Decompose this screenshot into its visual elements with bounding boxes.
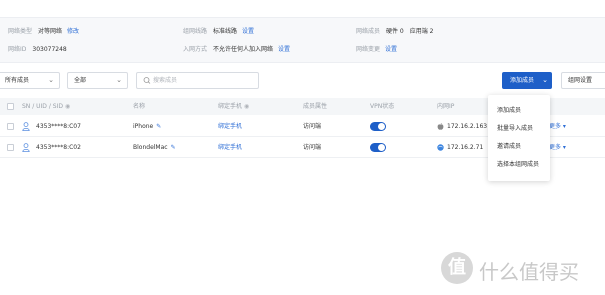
row-name: BlondelMac ✎ [133,144,176,151]
header-phone: 绑定手机 ◉ [218,103,250,110]
menu-item-select-existing[interactable]: 选择本组网成员 [497,159,539,168]
join-row: 入网方式 不允许任何人加入网络 设置 [183,44,290,53]
row-name: iPhone ✎ [133,123,162,130]
row-phone-link[interactable]: 绑定手机 [218,116,242,137]
change-row: 网络变更 设置 [356,44,397,53]
status-row: 网络成员 硬件 0 应用端 2 [356,26,433,35]
header-id: SN / UID / SID ◉ [22,103,71,110]
row-attr: 访问端 [303,144,322,151]
add-member-menu: 添加成员 批量导入成员 邀请成员 选择本组网成员 [488,95,550,181]
chevron-down-icon: ⌄ [116,76,122,84]
net-id-label: 网络ID [8,46,27,53]
net-type-label: 网络类型 [8,28,33,35]
vpn-toggle[interactable] [370,122,386,131]
net-id-value: 303077248 [32,46,67,53]
eye-icon[interactable]: ◉ [244,103,249,110]
user-icon [22,122,30,131]
join-label: 入网方式 [183,46,208,53]
network-settings-label: 组网设置 [568,77,593,84]
chevron-down-icon: ⌄ [48,76,54,84]
row-attr: 访问端 [303,123,322,130]
edit-icon[interactable]: ✎ [156,123,161,130]
change-label: 网络变更 [356,46,381,53]
search-icon [143,73,151,94]
header-name: 名称 [133,103,146,110]
more-link[interactable]: 更多 ▾ [549,116,566,137]
menu-item-batch-import[interactable]: 批量导入成员 [497,123,533,132]
chevron-down-icon: ⌄ [542,76,548,84]
join-settings-link[interactable]: 设置 [278,46,290,53]
select-all-checkbox[interactable] [7,103,14,110]
status-online: 硬件 0 [386,28,404,35]
search-box[interactable] [136,72,259,89]
row-phone-link[interactable]: 绑定手机 [218,137,242,158]
row-checkbox[interactable] [7,123,14,130]
add-member-button[interactable]: 添加成员 ⌄ [502,72,552,89]
type-filter-value: 全部 [74,77,87,84]
row-checkbox[interactable] [7,144,14,151]
mac-icon [437,144,444,151]
menu-item-add-member[interactable]: 添加成员 [497,105,521,114]
status-apps: 应用端 2 [409,28,434,35]
header-attr: 成员属性 [303,103,328,110]
network-settings-button[interactable]: 组网设置 [561,72,605,89]
line-value: 标准线路 [213,28,238,35]
search-input[interactable] [153,73,253,88]
network-info-panel: 网络类型 对等网络 修改 网络ID 303077248 组网线路 标准线路 设置 入网方式… [0,17,605,63]
watermark-text: 什么值得买 [479,260,579,284]
vpn-toggle[interactable] [370,143,386,152]
change-settings-link[interactable]: 设置 [385,46,397,53]
row-ip: 172.16.2.71 [447,144,484,151]
row-id: 4353****8:C02 [36,144,81,151]
watermark-logo: 值 [441,252,473,284]
row-ip: 172.16.2.163 [447,123,488,130]
row-id: 4353****8:C07 [36,123,81,130]
menu-item-invite[interactable]: 邀请成员 [497,141,521,150]
member-filter-select[interactable]: 所有成员 ⌄ [0,72,60,89]
member-filter-value: 所有成员 [5,77,30,84]
more-link[interactable]: 更多 ▾ [549,137,566,158]
edit-icon[interactable]: ✎ [171,144,176,151]
line-row: 组网线路 标准线路 设置 [183,26,254,35]
join-value: 不允许任何人加入网络 [213,46,274,53]
status-label: 网络成员 [356,28,381,35]
header-ip: 内网IP [437,103,455,110]
line-label: 组网线路 [183,28,208,35]
line-settings-link[interactable]: 设置 [242,28,254,35]
net-id-row: 网络ID 303077248 [8,44,67,53]
net-type-row: 网络类型 对等网络 修改 [8,26,79,35]
net-type-value: 对等网络 [38,28,63,35]
user-icon [22,143,30,152]
add-member-label: 添加成员 [510,77,535,84]
type-filter-select[interactable]: 全部 ⌄ [67,72,128,89]
watermark: 值 什么值得买 [441,252,601,286]
apple-icon [437,123,444,130]
net-type-edit-link[interactable]: 修改 [67,28,79,35]
eye-icon[interactable]: ◉ [65,103,70,110]
header-vpn: VPN状态 [370,103,395,110]
